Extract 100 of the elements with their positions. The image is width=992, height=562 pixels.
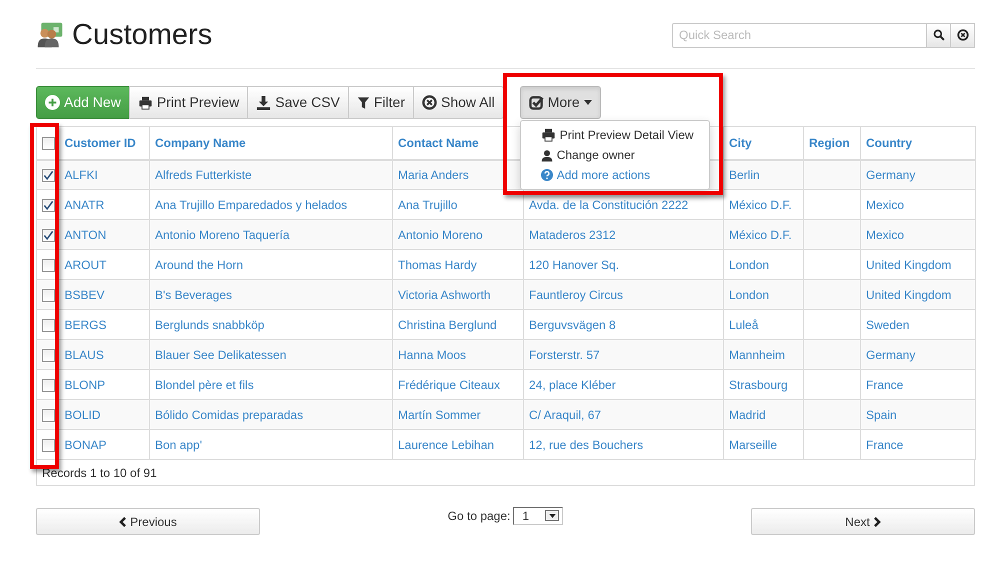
table-cell: Thomas Hardy	[398, 258, 477, 272]
table-cell: Ana Trujillo	[398, 198, 458, 212]
checkbox[interactable]	[42, 169, 56, 182]
printer-icon	[540, 128, 556, 142]
table-cell: Sweden	[866, 318, 910, 332]
table-cell: Fauntleroy Circus	[529, 288, 624, 302]
table-cell: United Kingdom	[866, 288, 952, 302]
table-cell: Christina Berglund	[398, 318, 497, 332]
user-icon	[540, 148, 553, 162]
people-icon	[36, 21, 64, 49]
plus-circle-icon	[45, 95, 60, 110]
print-button[interactable]: Print Preview	[128, 86, 248, 119]
table-cell: 120 Hanover Sq.	[529, 258, 620, 272]
menu-item[interactable]: Add more actions	[520, 165, 709, 185]
checkbox[interactable]	[42, 348, 56, 362]
checkbox[interactable]	[42, 288, 56, 302]
chevron-right-icon	[872, 516, 881, 526]
table-cell: London	[729, 288, 770, 302]
table-cell: Victoria Ashworth	[398, 288, 490, 302]
checkbox[interactable]	[42, 408, 56, 422]
table-cell: Avda. de la Constitución 2222	[529, 198, 688, 212]
table-cell: AROUT	[64, 258, 106, 272]
table-cell: ALFKI	[64, 168, 98, 182]
table-cell: Blauer See Delikatessen	[155, 348, 286, 362]
table-cell: ANATR	[64, 198, 104, 212]
table-cell: Ana Trujillo Emparedados y helados	[155, 198, 348, 212]
check-icon	[43, 170, 54, 182]
table-cell: Marseille	[729, 438, 778, 452]
search-button[interactable]	[927, 22, 951, 48]
page-select[interactable]: 1	[513, 506, 564, 524]
table-cell: BLONP	[64, 378, 106, 392]
table-cell: Around the Horn	[155, 258, 244, 272]
csv-button[interactable]: Save CSV	[247, 86, 349, 119]
table-cell: BERGS	[64, 318, 107, 332]
question-circle-icon	[540, 169, 553, 181]
table-cell: 24, place Kléber	[529, 378, 616, 392]
clear-button[interactable]	[951, 22, 975, 48]
table-cell: Mataderos 2312	[529, 228, 616, 242]
table-cell: Mexico	[866, 198, 904, 212]
table-cell: 12, rue des Bouchers	[529, 438, 644, 452]
page-title: Customers	[72, 20, 212, 50]
chevron-left-icon	[119, 516, 128, 526]
table-cell: Frédérique Citeaux	[398, 378, 500, 392]
previous-button[interactable]: Previous	[36, 508, 260, 535]
table-cell: México D.F.	[729, 198, 792, 212]
table-cell: Laurence Lebihan	[398, 438, 494, 452]
x-circle-icon	[422, 95, 437, 110]
table-cell: Alfreds Futterkiste	[155, 168, 252, 182]
checkbox[interactable]	[42, 137, 56, 150]
table-cell: Hanna Moos	[398, 348, 466, 362]
column-header[interactable]: City	[729, 136, 752, 150]
table-cell: Luleå	[729, 318, 758, 332]
next-button[interactable]: Next	[751, 508, 975, 535]
caret-icon	[548, 514, 556, 518]
checkbox[interactable]	[42, 318, 56, 332]
printer-icon	[138, 96, 153, 110]
table-cell: ANTON	[64, 228, 106, 242]
column-header[interactable]: Company Name	[155, 136, 246, 150]
checkbox[interactable]	[42, 438, 56, 452]
table-cell: BOLID	[64, 408, 101, 422]
table-cell: Martín Sommer	[398, 408, 481, 422]
showall-button[interactable]: Show All	[413, 86, 504, 119]
table-cell: Spain	[866, 408, 897, 422]
records-count: Records 1 to 10 of 91	[42, 466, 157, 480]
table-cell: C/ Araquil, 67	[529, 408, 602, 422]
search-icon	[932, 29, 944, 41]
search-field[interactable]: Quick Search	[672, 22, 927, 48]
checkbox[interactable]	[42, 258, 56, 272]
table-cell: Mannheim	[729, 348, 786, 362]
download-icon	[256, 95, 272, 110]
more-button[interactable]: More	[520, 86, 601, 119]
menu-item[interactable]: Change owner	[520, 145, 709, 165]
caret-icon	[584, 100, 592, 105]
checkbox[interactable]	[42, 228, 56, 242]
check-square-icon	[528, 95, 544, 110]
table-cell: Berglunds snabbköp	[155, 318, 264, 332]
checkbox[interactable]	[42, 198, 56, 212]
table-cell: Strasbourg	[729, 378, 788, 392]
table-cell: México D.F.	[729, 228, 792, 242]
table-cell: France	[866, 378, 904, 392]
table-cell: France	[866, 438, 904, 452]
go-to-page-label: Go to page:	[448, 508, 510, 524]
table-cell: Antonio Moreno Taquería	[155, 228, 290, 242]
table-cell: BLAUS	[64, 348, 104, 362]
check-icon	[43, 230, 54, 241]
close-icon	[956, 29, 968, 41]
column-header[interactable]: Country	[866, 136, 912, 150]
table-cell: Mexico	[866, 228, 904, 242]
filter-button[interactable]: Filter	[348, 86, 414, 119]
table-cell: Berguvsvägen 8	[529, 318, 616, 332]
table-cell: Germany	[866, 168, 916, 182]
table-cell: Bólido Comidas preparadas	[155, 408, 304, 422]
table-cell: Madrid	[729, 408, 766, 422]
table-cell: Berlin	[729, 168, 760, 182]
table-cell: London	[729, 258, 770, 272]
filter-icon	[356, 96, 370, 110]
table-cell: BSBEV	[64, 288, 105, 302]
checkbox[interactable]	[42, 378, 56, 392]
table-cell: Forsterstr. 57	[529, 348, 600, 362]
menu-item[interactable]: Print Preview Detail View	[520, 125, 709, 145]
